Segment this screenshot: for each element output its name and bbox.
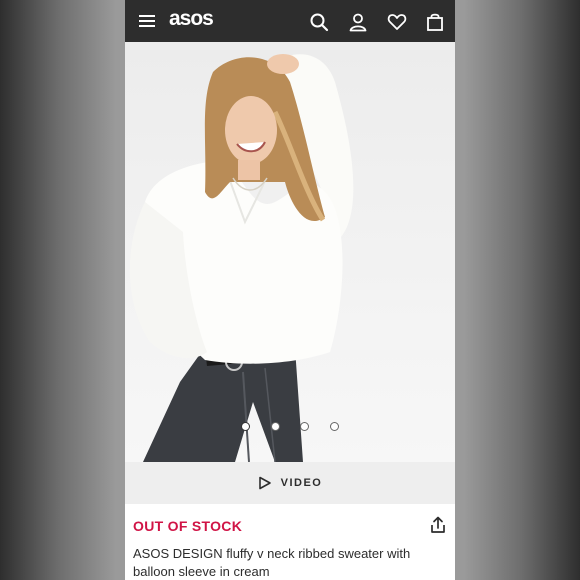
play-icon	[258, 476, 271, 490]
share-icon[interactable]	[430, 516, 446, 534]
stock-status: OUT OF STOCK	[133, 518, 243, 534]
model-photo	[129, 54, 354, 462]
top-navigation-bar: asos	[125, 0, 455, 42]
heart-icon[interactable]	[387, 12, 407, 32]
product-title: ASOS DESIGN fluffy v neck ribbed sweater…	[133, 546, 411, 579]
pagination-dot-1[interactable]	[241, 422, 251, 431]
image-pagination	[125, 418, 455, 436]
account-icon[interactable]	[348, 12, 368, 32]
pagination-dot-3[interactable]	[300, 422, 310, 431]
search-icon[interactable]	[309, 12, 329, 32]
phone-screen: asos VIDEO OUT OF STOCK ASOS DESIGN fluf…	[125, 0, 455, 580]
asos-logo[interactable]: asos	[169, 7, 214, 31]
pagination-dot-4[interactable]	[329, 422, 339, 431]
video-button[interactable]: VIDEO	[125, 462, 455, 504]
menu-icon[interactable]	[139, 15, 155, 27]
pagination-dot-2[interactable]	[270, 422, 280, 431]
product-image[interactable]	[125, 42, 455, 462]
video-label: VIDEO	[280, 477, 323, 489]
bag-icon[interactable]	[425, 12, 445, 32]
